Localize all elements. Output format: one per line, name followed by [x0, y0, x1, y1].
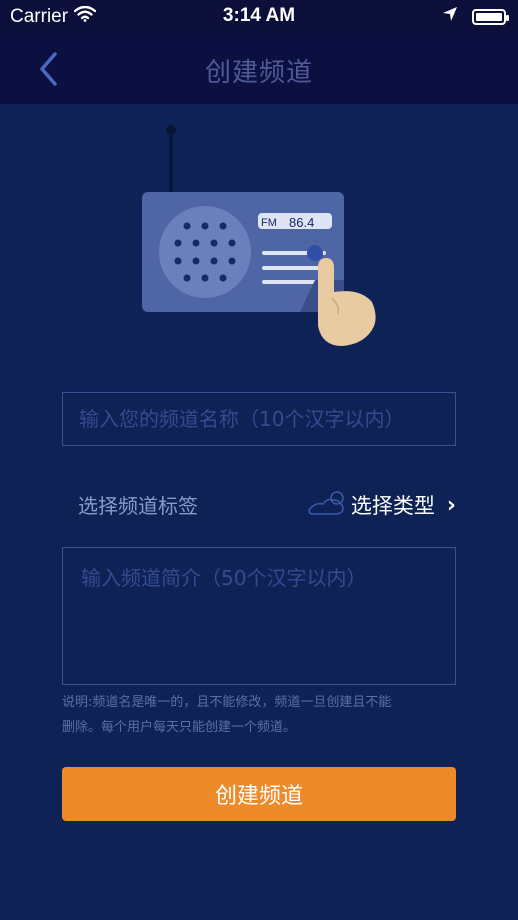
select-type-button[interactable]: 选择类型 › [307, 482, 456, 528]
nav-bar: 创建频道 [0, 34, 518, 104]
radio-icon: FM 86.4 [142, 125, 376, 346]
status-bar: Carrier 3:14 AM [0, 0, 518, 34]
page-title: 创建频道 [204, 58, 313, 88]
tag-bubble-icon [307, 488, 347, 522]
fm-label: FM [261, 217, 277, 229]
status-time: 3:14 AM [222, 5, 296, 26]
chevron-right-icon: › [446, 492, 456, 518]
channel-intro-input[interactable] [62, 547, 456, 685]
tag-row: 选择频道标签 选择类型 › [62, 480, 456, 530]
location-arrow-icon [442, 6, 458, 27]
radio-illustration: FM 86.4 [120, 120, 400, 360]
status-right [442, 6, 509, 27]
tag-label: 选择频道标签 [78, 494, 198, 518]
battery-icon [472, 8, 509, 25]
battery-fill [476, 12, 502, 21]
select-type-label: 选择类型 [350, 494, 435, 518]
note-text: 说明:频道名是唯一的，且不能修改，频道一旦创建且不能删除。每个用户每天只能创建一… [62, 695, 392, 735]
frequency-label: 86.4 [289, 215, 314, 230]
channel-name-input[interactable] [62, 392, 456, 446]
create-channel-button[interactable]: 创建频道 [62, 767, 456, 821]
